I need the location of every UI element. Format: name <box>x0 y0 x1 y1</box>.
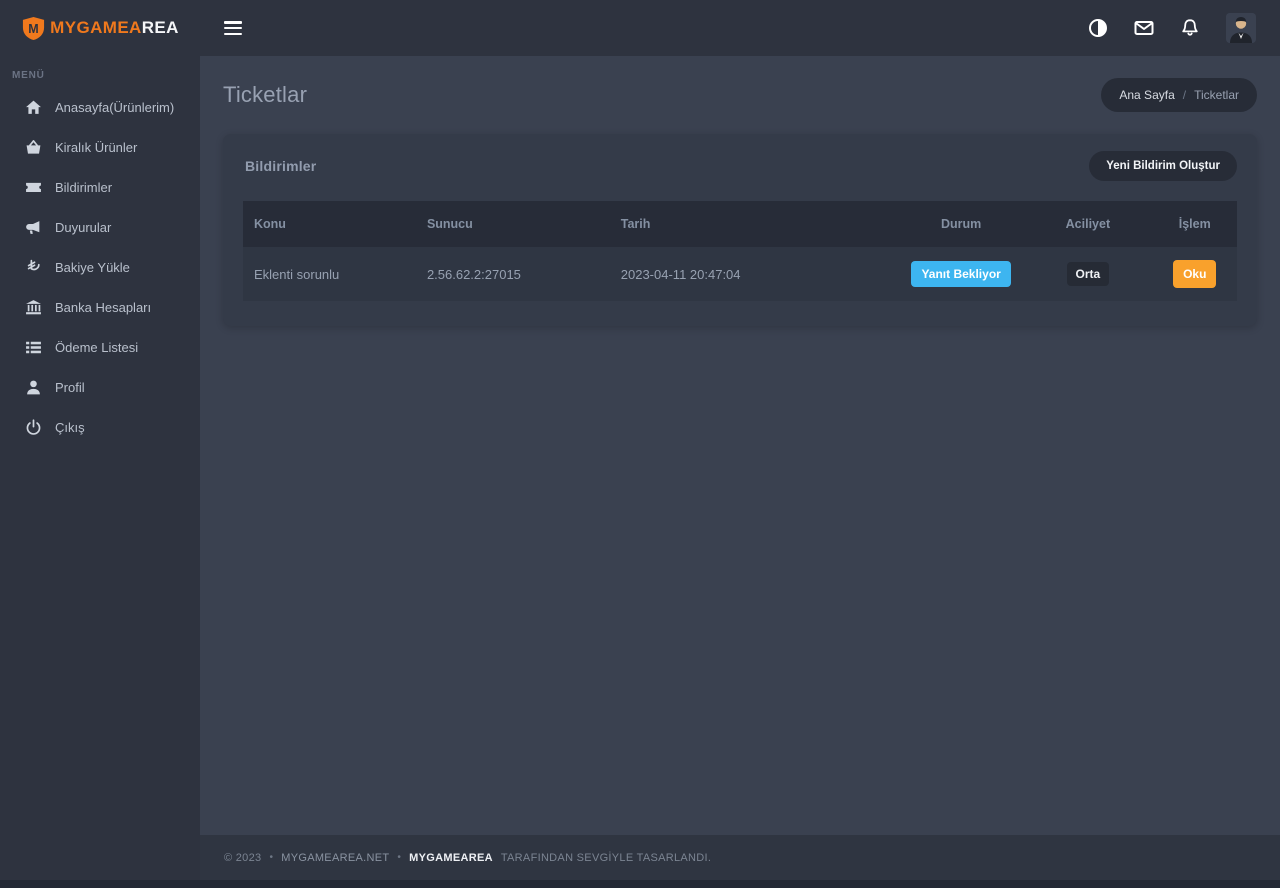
cell-aciliyet: Orta <box>1023 247 1152 301</box>
user-avatar[interactable] <box>1226 13 1256 43</box>
sidebar-item-cikis[interactable]: Çıkış <box>0 407 200 447</box>
cell-tarih: 2023-04-11 20:47:04 <box>611 247 899 301</box>
main-area: Ticketlar Ana Sayfa / Ticketlar Bildirim… <box>200 0 1280 880</box>
priority-badge: Orta <box>1067 262 1110 286</box>
power-icon <box>25 419 42 436</box>
ticket-icon <box>25 179 42 196</box>
sidebar-item-label: Anasayfa(Ürünlerim) <box>55 100 174 115</box>
column-header-tarih: Tarih <box>611 201 899 247</box>
table-header: Konu Sunucu Tarih Durum Aciliyet İşlem <box>243 201 1237 247</box>
list-icon <box>25 339 42 356</box>
footer-site-link[interactable]: MYGAMEAREA.NET <box>281 852 389 864</box>
footer-bullet: • <box>397 852 401 863</box>
sidebar-item-label: Kiralık Ürünler <box>55 140 137 155</box>
footer-brand: MYGAMEAREA <box>409 852 493 864</box>
brand-shield-icon: M <box>21 16 46 41</box>
sidebar-item-label: Profil <box>55 380 85 395</box>
footer: © 2023 • MYGAMEAREA.NET • MYGAMEAREA TAR… <box>200 835 1280 880</box>
new-notification-button[interactable]: Yeni Bildirim Oluştur <box>1089 151 1237 181</box>
basket-icon <box>25 139 42 156</box>
mail-icon[interactable] <box>1134 18 1154 38</box>
topbar <box>200 0 1280 56</box>
sidebar-item-bildirimler[interactable]: Bildirimler <box>0 167 200 207</box>
sidebar-item-label: Bildirimler <box>55 180 112 195</box>
sidebar-item-label: Duyurular <box>55 220 111 235</box>
avatar-image <box>1226 13 1256 43</box>
column-header-konu: Konu <box>243 201 417 247</box>
sidebar-item-banka-hesaplari[interactable]: Banka Hesapları <box>0 287 200 327</box>
home-icon <box>25 99 42 116</box>
footer-copyright: © 2023 <box>224 852 261 864</box>
lira-icon <box>25 259 42 276</box>
sidebar-item-anasayfa[interactable]: Anasayfa(Ürünlerim) <box>0 87 200 127</box>
sidebar-item-kiralik-urunler[interactable]: Kiralık Ürünler <box>0 127 200 167</box>
notifications-card: Bildirimler Yeni Bildirim Oluştur Konu S… <box>223 134 1257 326</box>
read-button[interactable]: Oku <box>1173 260 1216 288</box>
brand-logo[interactable]: M MYGAMEAREA <box>0 0 200 56</box>
status-badge: Yanıt Bekliyor <box>911 261 1010 287</box>
user-icon <box>25 379 42 396</box>
sidebar-item-profil[interactable]: Profil <box>0 367 200 407</box>
column-header-sunucu: Sunucu <box>417 201 611 247</box>
footer-bullet: • <box>269 852 273 863</box>
breadcrumb-separator: / <box>1183 88 1186 102</box>
menu-toggle-icon[interactable] <box>224 21 242 35</box>
card-title: Bildirimler <box>245 158 316 174</box>
sidebar-item-label: Çıkış <box>55 420 85 435</box>
svg-text:M: M <box>28 21 38 35</box>
cell-islem: Oku <box>1152 247 1237 301</box>
column-header-durum: Durum <box>899 201 1023 247</box>
breadcrumb: Ana Sayfa / Ticketlar <box>1101 78 1257 112</box>
megaphone-icon <box>25 219 42 236</box>
cell-durum: Yanıt Bekliyor <box>899 247 1023 301</box>
footer-tagline: TARAFINDAN SEVGİYLE TASARLANDI. <box>501 852 711 864</box>
sidebar: M MYGAMEAREA MENÜ Anasayfa(Ürünlerim) Ki… <box>0 0 200 880</box>
content: Ticketlar Ana Sayfa / Ticketlar Bildirim… <box>200 56 1280 835</box>
breadcrumb-home-link[interactable]: Ana Sayfa <box>1119 88 1174 102</box>
contrast-icon[interactable] <box>1088 18 1108 38</box>
sidebar-item-duyurular[interactable]: Duyurular <box>0 207 200 247</box>
page-title: Ticketlar <box>223 82 307 108</box>
bell-icon[interactable] <box>1180 18 1200 38</box>
page-head: Ticketlar Ana Sayfa / Ticketlar <box>223 78 1257 112</box>
tickets-table: Konu Sunucu Tarih Durum Aciliyet İşlem E… <box>243 201 1237 301</box>
column-header-islem: İşlem <box>1152 201 1237 247</box>
sidebar-nav: Anasayfa(Ürünlerim) Kiralık Ürünler Bild… <box>0 87 200 447</box>
sidebar-section-label: MENÜ <box>0 56 200 87</box>
app-window: M MYGAMEAREA MENÜ Anasayfa(Ürünlerim) Ki… <box>0 0 1280 880</box>
sidebar-item-bakiye-yukle[interactable]: Bakiye Yükle <box>0 247 200 287</box>
cell-sunucu: 2.56.62.2:27015 <box>417 247 611 301</box>
sidebar-item-label: Ödeme Listesi <box>55 340 138 355</box>
table-row: Eklenti sorunlu 2.56.62.2:27015 2023-04-… <box>243 247 1237 301</box>
sidebar-item-label: Bakiye Yükle <box>55 260 130 275</box>
column-header-aciliyet: Aciliyet <box>1023 201 1152 247</box>
sidebar-item-odeme-listesi[interactable]: Ödeme Listesi <box>0 327 200 367</box>
cell-konu: Eklenti sorunlu <box>243 247 417 301</box>
topbar-actions <box>1088 13 1256 43</box>
sidebar-item-label: Banka Hesapları <box>55 300 151 315</box>
breadcrumb-current: Ticketlar <box>1194 88 1239 102</box>
bank-icon <box>25 299 42 316</box>
card-header: Bildirimler Yeni Bildirim Oluştur <box>223 134 1257 197</box>
brand-name: MYGAMEAREA <box>50 18 179 38</box>
